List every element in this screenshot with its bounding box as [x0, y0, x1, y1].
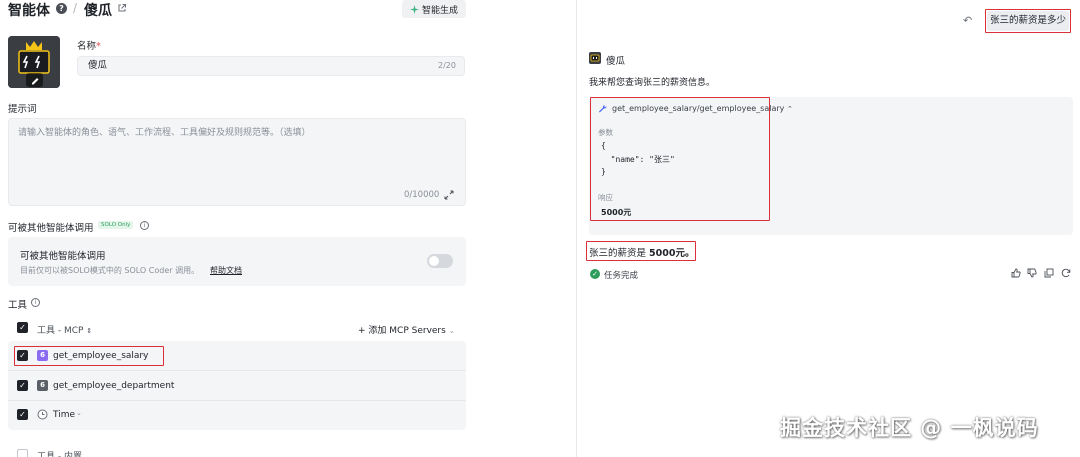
watermark: 掘金技术社区 @ 一枫说码	[780, 416, 1039, 440]
thumbs-up-icon[interactable]	[1011, 268, 1021, 278]
undo-icon[interactable]: ↶	[963, 14, 972, 27]
check-circle-icon: ✓	[590, 269, 600, 279]
smart-generate-label: 智能生成	[421, 5, 458, 16]
prompt-label: 提示词	[8, 104, 37, 115]
agent-name-title: 傻瓜	[84, 3, 112, 19]
help-doc-link[interactable]: 帮助文档	[210, 265, 242, 276]
sort-icon: ⇕	[86, 327, 93, 335]
mcp-group-header[interactable]: 工具 - MCP ⇕	[37, 323, 92, 336]
bot-name: 傻瓜	[606, 56, 626, 67]
chevron-up-icon: ⌃	[786, 105, 793, 113]
callable-card-title: 可被其他智能体调用	[20, 251, 106, 262]
toggle-knob	[429, 256, 439, 266]
smart-generate-button[interactable]: 智能生成	[402, 0, 466, 18]
task-status: 任务完成	[604, 271, 639, 281]
callable-label: 可被其他智能体调用	[8, 223, 94, 234]
mcp-server-tag-icon: 6	[37, 380, 48, 391]
chevron-down-icon[interactable]: ⌄	[76, 409, 82, 417]
bot-avatar	[589, 52, 601, 64]
pencil-icon	[32, 78, 39, 85]
highlight-box	[586, 241, 696, 261]
sparkle-icon	[409, 4, 419, 14]
page-title: 智能体	[8, 3, 50, 19]
tool-name[interactable]: get_employee_department	[53, 381, 174, 391]
tools-info-icon[interactable]: i	[31, 298, 40, 307]
builtin-group-header[interactable]: 工具 - 内置	[37, 449, 82, 457]
divider	[8, 370, 466, 371]
mcp-select-all-checkbox[interactable]: ✓	[17, 322, 28, 333]
open-external-icon[interactable]	[117, 3, 127, 13]
chevron-down-icon: ⌄	[448, 327, 455, 335]
plus-icon: +	[358, 326, 366, 336]
builtin-select-all-checkbox[interactable]	[17, 449, 28, 457]
name-label: 名称*	[77, 41, 101, 52]
divider	[8, 400, 466, 401]
thumbs-down-icon[interactable]	[1027, 268, 1037, 278]
tool-name[interactable]: Time	[53, 410, 75, 420]
name-input[interactable]: 傻瓜	[77, 56, 465, 76]
avatar-edit-button[interactable]	[26, 73, 43, 87]
robot-icon	[590, 54, 600, 62]
prompt-placeholder: 请输入智能体的角色、语气、工作流程、工具偏好及规则规范等。（选填）	[18, 128, 311, 138]
expand-icon[interactable]	[444, 190, 454, 200]
clock-icon	[37, 409, 48, 420]
callable-card-description: 目前仅可以被SOLO模式中的 SOLO Coder 调用。	[20, 266, 200, 275]
chevron-down-icon[interactable]: ⌄	[164, 380, 170, 388]
breadcrumb-separator: /	[73, 1, 78, 15]
highlight-box	[590, 97, 770, 221]
tool-checkbox[interactable]: ✓	[17, 380, 28, 391]
prompt-char-count: 0/10000	[404, 190, 440, 200]
add-mcp-servers-button[interactable]: + 添加 MCP Servers ⌄	[358, 323, 455, 336]
bot-intro-text: 我来帮您查询张三的薪资信息。	[589, 78, 716, 88]
solo-only-badge: SOLO Only	[98, 221, 134, 229]
required-mark: *	[96, 41, 101, 52]
tools-label: 工具	[8, 300, 28, 311]
info-icon[interactable]: i	[140, 221, 149, 230]
refresh-icon[interactable]	[1061, 268, 1071, 278]
tool-checkbox[interactable]: ✓	[17, 409, 28, 420]
copy-icon[interactable]	[1044, 268, 1054, 278]
highlight-box	[14, 346, 164, 366]
highlight-box	[985, 9, 1071, 33]
help-icon[interactable]: ?	[56, 3, 67, 14]
name-char-count: 2/20	[438, 61, 456, 70]
agent-config-pane: 智能体 ? / 傻瓜 智能生成 名称* 傻瓜 2/20 提示词 请输入智能体的角…	[0, 0, 576, 457]
